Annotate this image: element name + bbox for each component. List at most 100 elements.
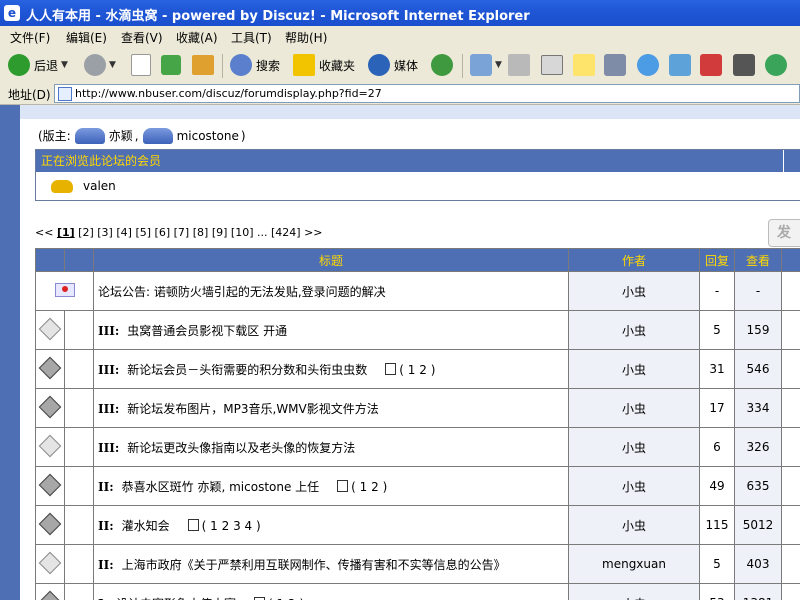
thread-author[interactable]: 小虫 — [568, 427, 700, 467]
thread-prefix: III: — [98, 440, 120, 455]
thread-prefix: II: — [98, 518, 114, 533]
tool-button-1[interactable] — [669, 54, 691, 76]
thread-table: 标题 作者 回复 查看 论坛公告: 诺顿防火墙引起的无法发贴,登录问题的解决 小虫… — [35, 248, 800, 600]
thread-pages[interactable]: ( 1 2 ) — [254, 596, 304, 600]
research-button[interactable] — [604, 54, 626, 76]
window-titlebar[interactable]: e 人人有本用 - 水滴虫窝 - powered by Discuz! - Mi… — [0, 0, 800, 26]
edit-button[interactable] — [541, 54, 563, 76]
refresh-button[interactable] — [161, 54, 181, 76]
thread-author[interactable]: 小虫 — [568, 583, 700, 600]
search-icon — [230, 54, 252, 76]
thread-author[interactable]: 小虫 — [568, 466, 700, 506]
page-content: (版主: 亦颖, micostone ) 正在浏览此论坛的会员 valen <<… — [0, 105, 800, 600]
pager-next[interactable]: >> — [304, 226, 322, 239]
home-button[interactable] — [192, 54, 214, 76]
table-row[interactable]: II: 恭喜水区斑竹 亦颖, micostone 上任 ( 1 2 ) 小虫 49 635 — [35, 466, 800, 506]
mail-dropdown-icon[interactable]: ▼ — [495, 60, 502, 70]
media-globe-icon — [368, 54, 390, 76]
table-row[interactable]: 论坛公告: 诺顿防火墙引起的无法发贴,登录问题的解决 小虫 - - — [35, 271, 800, 311]
tool-button-3[interactable] — [733, 54, 755, 76]
pager-page[interactable]: [7] — [174, 226, 190, 239]
pager-page[interactable]: [4] — [116, 226, 132, 239]
toolbar: 后退 ▼ ▼ 搜索 收藏夹 媒体 ▼ — [0, 48, 800, 83]
pager-page[interactable]: [3] — [97, 226, 113, 239]
discuss-button[interactable] — [573, 54, 595, 76]
online-user-name[interactable]: valen — [83, 179, 116, 193]
pagination: << [1] [2] [3] [4] [5] [6] [7] [8] [9] [… — [35, 226, 323, 239]
table-row[interactable]: II: 上海市政府《关于严禁利用互联网制作、传播有害和不实等信息的公告》 mengx… — [35, 544, 800, 584]
thread-author[interactable]: 小虫 — [568, 349, 700, 389]
thread-author[interactable]: 小虫 — [568, 310, 700, 350]
multipage-icon — [187, 518, 199, 531]
thread-folder-icon — [38, 356, 62, 379]
menu-file[interactable]: 文件(F) — [10, 29, 50, 46]
toolbar-separator — [462, 54, 463, 78]
messenger-button[interactable] — [637, 54, 659, 76]
pager-prev[interactable]: << — [35, 226, 53, 239]
thread-prefix: III: — [98, 323, 120, 338]
history-button[interactable] — [431, 54, 453, 76]
new-post-button[interactable]: 发 — [768, 219, 800, 247]
thread-pages[interactable]: ( 1 2 3 4 ) — [187, 518, 261, 533]
favorites-button[interactable]: 收藏夹 — [293, 54, 355, 76]
moderator-link[interactable]: micostone — [177, 129, 239, 143]
thread-title-link[interactable]: 新论坛会员－头衔需要的积分数和头衔虫虫数 — [127, 363, 367, 377]
thread-title-link[interactable]: 新论坛发布图片，MP3音乐,WMV影视文件方法 — [127, 402, 378, 416]
table-row[interactable]: I: 设计虫窝形象大使大赛 ( 1 2 ) 小虫531381 — [35, 583, 800, 600]
thread-views: 326 — [734, 427, 782, 467]
mail-icon — [470, 54, 492, 76]
menu-edit[interactable]: 编辑(E) — [66, 29, 107, 46]
thread-author[interactable]: 小虫 — [568, 505, 700, 545]
search-button[interactable]: 搜索 — [230, 54, 280, 76]
thread-title-link[interactable]: 上海市政府《关于严禁利用互联网制作、传播有害和不实等信息的公告》 — [122, 558, 506, 572]
moderator-link[interactable]: 亦颖 — [109, 127, 133, 144]
address-url[interactable]: http://www.nbuser.com/discuz/forumdispla… — [75, 87, 382, 100]
table-row[interactable]: II: 灌水知会 ( 1 2 3 4 ) 小虫 115 5012 — [35, 505, 800, 545]
thread-author[interactable]: 小虫 — [568, 271, 700, 311]
table-row[interactable]: III: 新论坛更改头像指南以及老头像的恢复方法 小虫 6 326 — [35, 427, 800, 467]
back-dropdown-icon[interactable]: ▼ — [61, 60, 68, 70]
tool-button-2[interactable] — [700, 54, 722, 76]
thread-pages[interactable]: ( 1 2 ) — [385, 362, 435, 377]
ie-logo-icon: e — [4, 5, 20, 21]
pager-page[interactable]: [9] — [212, 226, 228, 239]
thread-title-link[interactable]: 新论坛更改头像指南以及老头像的恢复方法 — [127, 441, 355, 455]
forward-dropdown-icon[interactable]: ▼ — [109, 60, 116, 70]
pager-page[interactable]: [2] — [78, 226, 94, 239]
thread-title-link[interactable]: 灌水知会 — [122, 519, 170, 533]
thread-title-link[interactable]: 设计虫窝形象大使大赛 — [116, 597, 236, 600]
print-icon — [508, 54, 530, 76]
moderators-line: (版主: 亦颖, micostone ) — [38, 127, 246, 144]
forward-button[interactable]: ▼ — [84, 54, 116, 76]
thread-title-link[interactable]: 恭喜水区斑竹 亦颖, micostone 上任 — [122, 480, 320, 494]
table-row[interactable]: III: 新论坛会员－头衔需要的积分数和头衔虫虫数 ( 1 2 ) 小虫 31 546 — [35, 349, 800, 389]
address-input[interactable]: http://www.nbuser.com/discuz/forumdispla… — [54, 84, 800, 103]
thread-pages[interactable]: ( 1 2 ) — [337, 479, 387, 494]
pager-page[interactable]: [6] — [155, 226, 171, 239]
tool-button-4[interactable] — [765, 54, 787, 76]
menu-favorites[interactable]: 收藏(A) — [176, 29, 218, 46]
thread-folder-icon — [38, 551, 62, 574]
online-user[interactable]: valen — [51, 179, 116, 193]
menu-view[interactable]: 查看(V) — [121, 29, 163, 46]
thread-title-link[interactable]: 虫窝普通会员影视下载区 开通 — [127, 324, 287, 338]
thread-folder-icon — [38, 512, 62, 535]
thread-replies: 31 — [699, 349, 735, 389]
table-row[interactable]: III: 虫窝普通会员影视下载区 开通 小虫 5 159 — [35, 310, 800, 350]
thread-author[interactable]: mengxuan — [568, 544, 700, 584]
pager-last[interactable]: [424] — [271, 226, 301, 239]
stop-button[interactable] — [131, 54, 151, 76]
thread-title-link[interactable]: 论坛公告: 诺顿防火墙引起的无法发贴,登录问题的解决 — [98, 285, 386, 299]
thread-author[interactable]: 小虫 — [568, 388, 700, 428]
table-row[interactable]: III: 新论坛发布图片，MP3音乐,WMV影视文件方法 小虫 17 334 — [35, 388, 800, 428]
menu-tools[interactable]: 工具(T) — [231, 29, 272, 46]
mail-button[interactable]: ▼ — [470, 54, 502, 76]
back-button[interactable]: 后退 ▼ — [8, 54, 68, 76]
multipage-icon — [385, 362, 397, 375]
pager-page[interactable]: [5] — [135, 226, 151, 239]
media-button[interactable]: 媒体 — [368, 54, 418, 76]
print-button[interactable] — [508, 54, 530, 76]
pager-page[interactable]: [8] — [193, 226, 209, 239]
menu-help[interactable]: 帮助(H) — [285, 29, 327, 46]
pager-page[interactable]: [10] — [231, 226, 254, 239]
